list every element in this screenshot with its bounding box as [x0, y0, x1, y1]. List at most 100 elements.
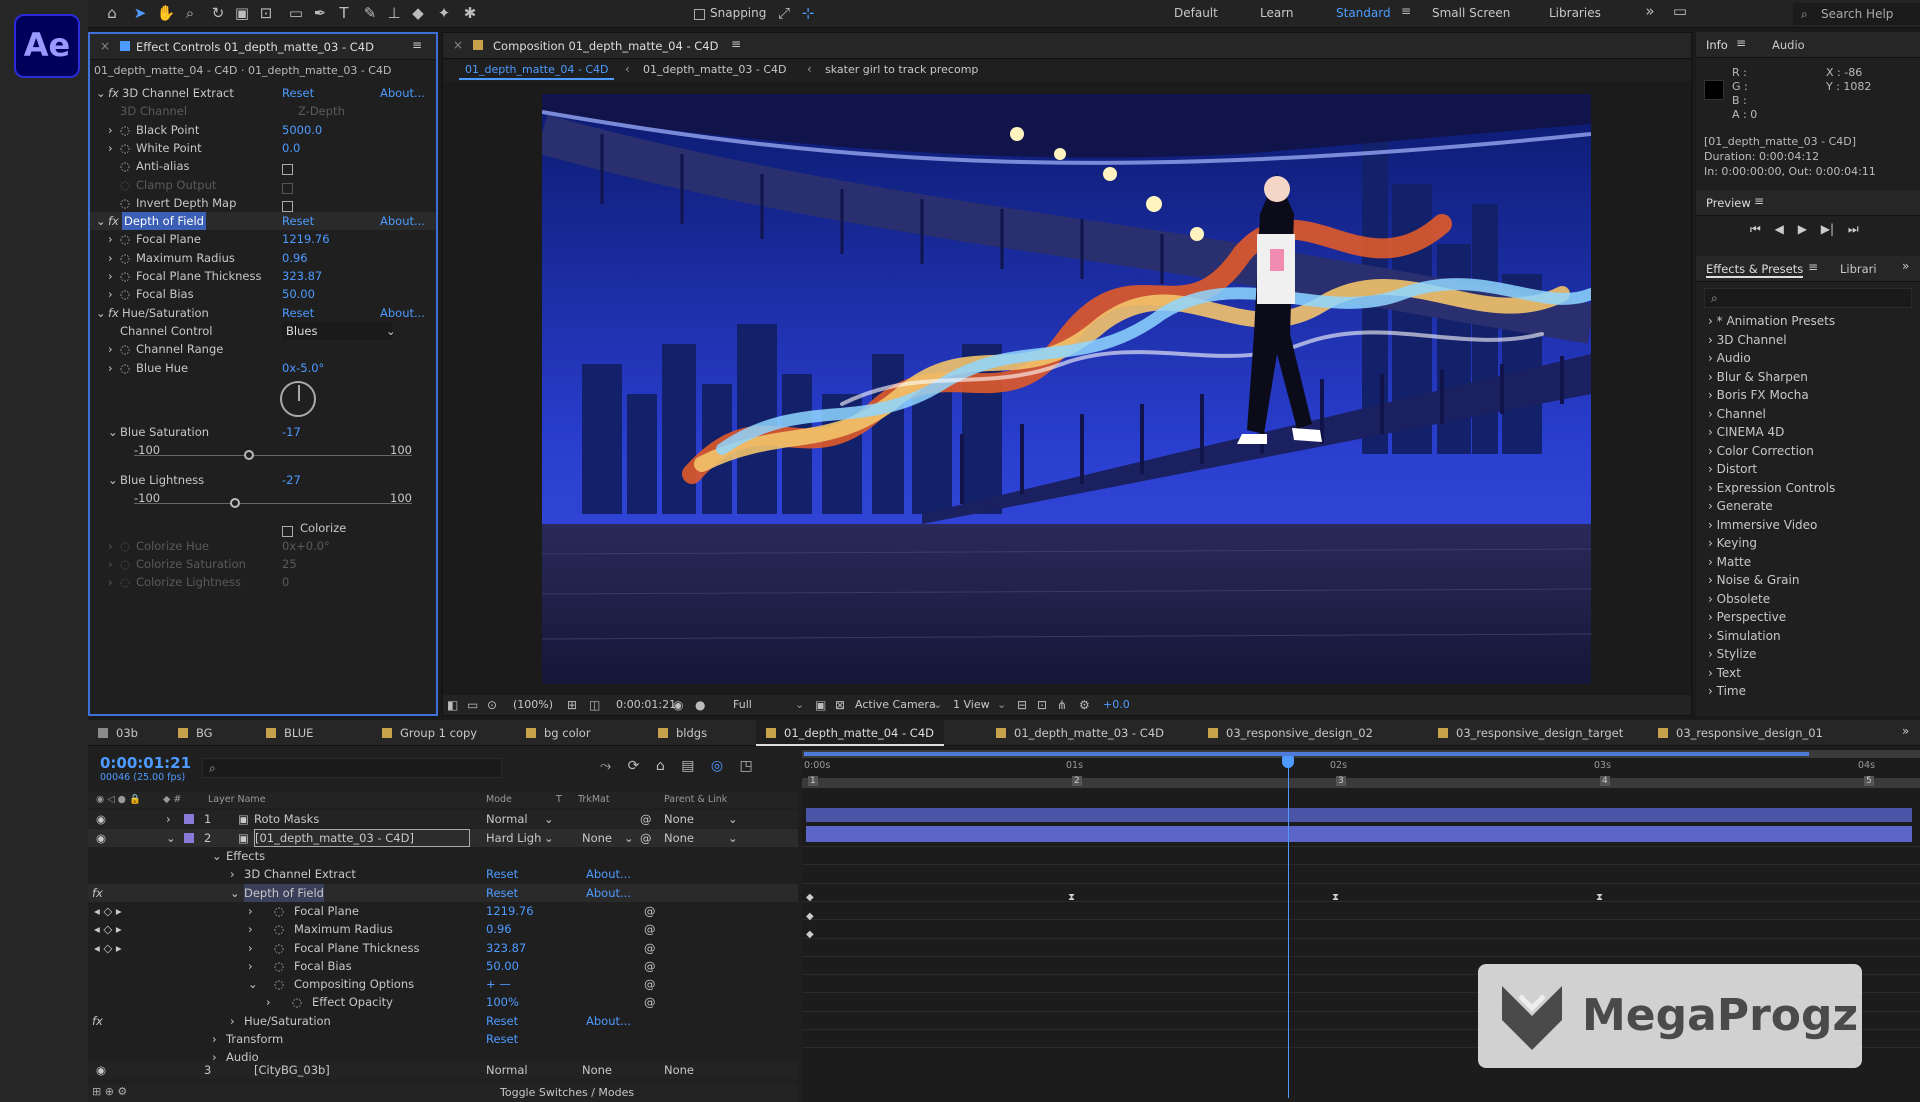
- chevron-right-icon[interactable]: ›: [212, 1030, 217, 1048]
- parent-select[interactable]: None: [664, 829, 724, 847]
- layout-icon[interactable]: ⊟: [1017, 694, 1027, 716]
- effect-category-item[interactable]: › Noise & Grain: [1708, 573, 1799, 587]
- stopwatch-icon[interactable]: ◌: [274, 957, 284, 975]
- puppet-pin-icon[interactable]: ✱: [458, 2, 482, 24]
- pickwhip-icon[interactable]: @: [640, 810, 652, 828]
- property-row[interactable]: fx ⌄ Depth of Field Reset About...: [88, 883, 798, 902]
- effect-property-row[interactable]: Channel Control Blues ⌄: [90, 321, 436, 340]
- effect-property-row[interactable]: ⌄ fx 3D Channel Extract Reset About...: [90, 84, 436, 102]
- chevron-right-icon[interactable]: ›: [230, 1012, 235, 1030]
- stopwatch-icon[interactable]: ◌: [120, 359, 130, 377]
- resolution-select[interactable]: Full: [733, 695, 752, 715]
- effect-category-item[interactable]: › Stylize: [1708, 647, 1756, 661]
- effect-property-row[interactable]: ◌ Anti-alias: [90, 157, 436, 176]
- shy-icon[interactable]: ⌂: [656, 758, 665, 774]
- chevron-right-icon[interactable]: ›: [108, 285, 113, 303]
- mask-icon[interactable]: ◫: [589, 694, 600, 716]
- stopwatch-icon[interactable]: ◌: [120, 267, 130, 285]
- snap-grid-icon[interactable]: ⊹: [796, 2, 820, 24]
- effect-property-row[interactable]: ⌄ fx Depth of Field Reset About...: [90, 212, 436, 231]
- exposure-value[interactable]: +0.0: [1103, 695, 1130, 715]
- breadcrumb-item[interactable]: skater girl to track precomp: [825, 63, 978, 76]
- stopwatch-icon[interactable]: ◌: [120, 139, 130, 157]
- draft-3d-icon[interactable]: ⟳: [628, 758, 640, 774]
- motion-blur-icon[interactable]: ◎: [711, 758, 723, 774]
- previous-frame-icon[interactable]: ◀: [1775, 222, 1784, 236]
- home-icon[interactable]: ⌂: [100, 2, 124, 24]
- current-time[interactable]: 0:00:01:21: [616, 695, 676, 715]
- comp-marker[interactable]: 4: [1600, 776, 1610, 786]
- chevron-right-icon[interactable]: ›: [108, 230, 113, 248]
- effect-category-item[interactable]: › Time: [1708, 684, 1746, 698]
- trkmat-select[interactable]: None: [582, 829, 622, 847]
- about-link[interactable]: About...: [586, 1012, 631, 1030]
- stopwatch-icon[interactable]: ◌: [274, 975, 284, 993]
- chevron-right-icon[interactable]: ⌄: [230, 884, 240, 902]
- timeline-tab[interactable]: 03b: [88, 720, 148, 746]
- property-value[interactable]: 5000.0: [282, 121, 322, 139]
- chevron-right-icon[interactable]: ›: [230, 865, 235, 883]
- selection-tool-icon[interactable]: ➤: [128, 2, 152, 24]
- keyframe-icon[interactable]: ◆: [806, 911, 814, 922]
- chevron-right-icon[interactable]: ›: [108, 139, 113, 157]
- panel-overflow-icon[interactable]: »: [1902, 724, 1909, 738]
- timeline-search-input[interactable]: ⌕: [202, 758, 502, 778]
- effect-category-item[interactable]: › * Animation Presets: [1708, 314, 1835, 328]
- reset-link[interactable]: Reset: [486, 1012, 518, 1030]
- layer-bar[interactable]: [806, 808, 1912, 822]
- reset-link[interactable]: Reset: [486, 865, 518, 883]
- views-select[interactable]: 1 View: [953, 695, 990, 715]
- layer-row[interactable]: ◉ ⌄ 2 ▣ [01_depth_matte_03 - C4D] Hard Ligh ⌄ N…: [88, 828, 798, 847]
- effect-property-row[interactable]: › ◌ White Point 0.0: [90, 139, 436, 157]
- workspace-menu-icon[interactable]: ≡: [1394, 0, 1418, 22]
- chevron-right-icon[interactable]: ›: [248, 939, 253, 957]
- panel-overflow-icon[interactable]: »: [1902, 259, 1909, 273]
- effects-search-input[interactable]: ⌕: [1704, 288, 1912, 308]
- layer-row[interactable]: ◉ › 1 ▣ Roto Masks Normal ⌄ @ None ⌄: [88, 810, 798, 828]
- layer-name[interactable]: Roto Masks: [254, 810, 470, 828]
- keyframe-nav-icon[interactable]: ◂ ◇ ▸: [94, 902, 122, 920]
- effect-reset-link[interactable]: Reset: [282, 212, 314, 230]
- transparency-grid-icon[interactable]: ⊠: [835, 694, 845, 716]
- effect-category-item[interactable]: › Immersive Video: [1708, 518, 1817, 532]
- effect-category-item[interactable]: › Audio: [1708, 351, 1751, 365]
- stopwatch-icon[interactable]: ◌: [120, 176, 130, 194]
- timeline-tab[interactable]: bldgs: [648, 720, 717, 746]
- property-value[interactable]: + —: [486, 975, 511, 993]
- property-value[interactable]: 323.87: [282, 267, 322, 285]
- comp-marker[interactable]: 2: [1072, 776, 1082, 786]
- keyframe-icon[interactable]: ⧗: [1596, 892, 1603, 903]
- audio-tab[interactable]: Audio: [1772, 38, 1805, 52]
- property-value[interactable]: 0.96: [486, 920, 512, 938]
- effect-property-row[interactable]: › ◌ Focal Plane Thickness 323.87: [90, 267, 436, 285]
- channel-control-select[interactable]: Blues: [282, 321, 392, 340]
- close-comp-icon[interactable]: ×: [453, 38, 463, 52]
- camera-select[interactable]: Active Camera: [855, 695, 936, 715]
- preview-toggle-icon[interactable]: ◧: [447, 694, 458, 716]
- playhead-handle[interactable]: [1282, 756, 1294, 768]
- timeline-tab[interactable]: bg color: [516, 720, 601, 746]
- chevron-down-icon[interactable]: ⌄: [96, 212, 106, 230]
- libraries-tab[interactable]: Librari: [1840, 262, 1877, 276]
- chevron-right-icon[interactable]: ›: [248, 902, 253, 920]
- zoom-tool-icon[interactable]: ⌕: [178, 2, 202, 24]
- blue-hue-dial[interactable]: [280, 380, 316, 417]
- trkmat-select[interactable]: None: [582, 1061, 612, 1079]
- effect-category-item[interactable]: › Obsolete: [1708, 592, 1770, 606]
- property-row[interactable]: fx › Hue/Saturation Reset About...: [88, 1012, 798, 1030]
- comp-marker[interactable]: 3: [1336, 776, 1346, 786]
- workspace-learn[interactable]: Learn: [1260, 6, 1294, 20]
- type-tool-icon[interactable]: T: [332, 2, 356, 24]
- effect-property-row[interactable]: › ◌ Blue Hue 0x-5.0°: [90, 359, 436, 377]
- chevron-right-icon[interactable]: ›: [166, 810, 171, 828]
- property-value[interactable]: 50.00: [486, 957, 519, 975]
- fx-icon[interactable]: fx: [108, 304, 119, 322]
- info-tab[interactable]: Info: [1706, 38, 1728, 52]
- effect-category-item[interactable]: › Boris FX Mocha: [1708, 388, 1809, 402]
- pickwhip-icon[interactable]: @: [644, 993, 656, 1011]
- roto-brush-icon[interactable]: ✦: [432, 2, 456, 24]
- effect-property-row[interactable]: 3D Channel Z-Depth: [90, 102, 436, 120]
- fx-icon[interactable]: fx: [108, 84, 119, 102]
- chevron-down-icon[interactable]: ⌄: [108, 471, 118, 489]
- monitor-icon[interactable]: ▭: [467, 694, 478, 716]
